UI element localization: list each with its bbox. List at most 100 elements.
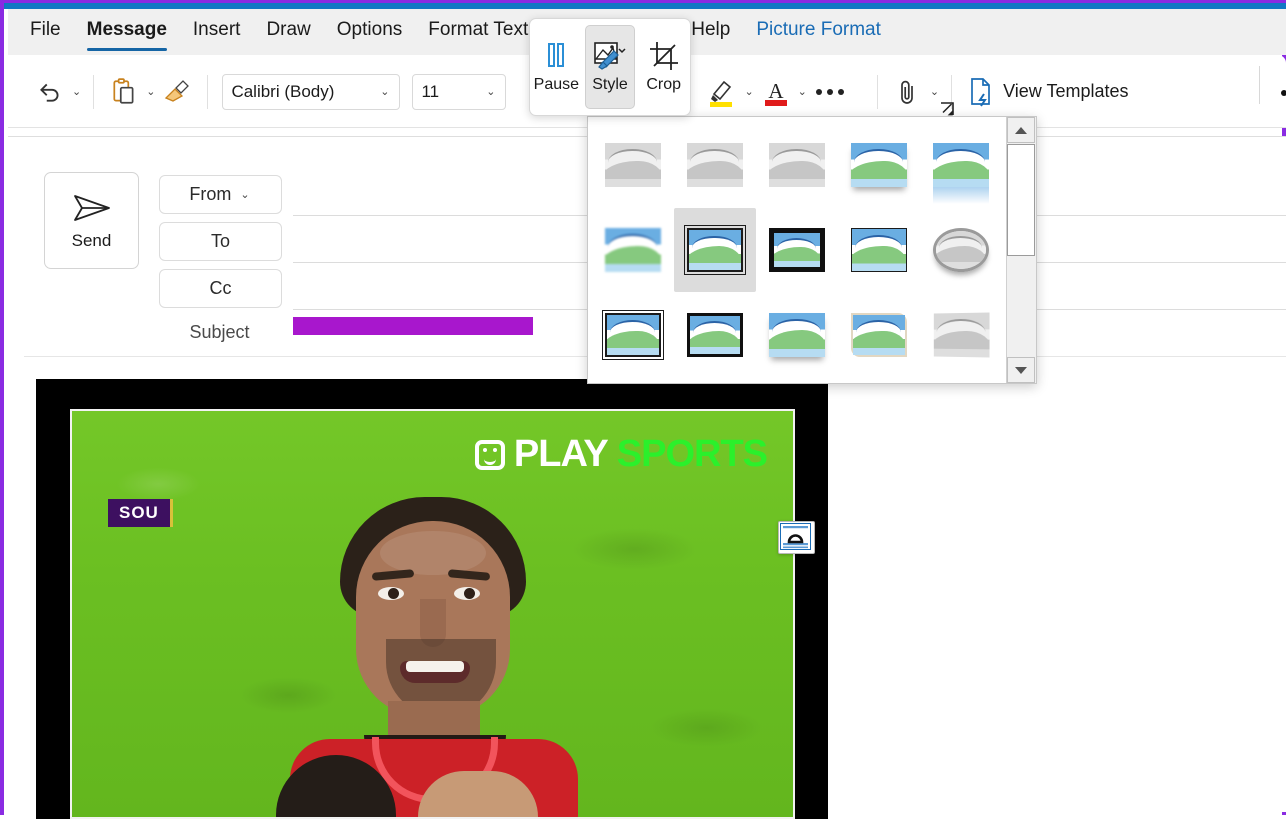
style-item-2[interactable] xyxy=(756,123,838,208)
inserted-picture[interactable]: SOU PLAY SPORTS xyxy=(36,379,828,819)
ribbon-overflow-dot xyxy=(1281,90,1286,96)
tab-draw-label: Draw xyxy=(266,19,311,40)
gallery-scroll-up-button[interactable] xyxy=(1007,117,1035,143)
style-item-3[interactable] xyxy=(838,123,920,208)
logo-play-text: PLAY xyxy=(513,433,609,475)
tab-insert[interactable]: Insert xyxy=(193,19,241,45)
app-window: File Message Insert Draw Options Format … xyxy=(0,0,1286,819)
from-caret-icon: ⌄ xyxy=(240,189,250,201)
logo-sports-text: SPORTS xyxy=(616,433,768,475)
from-address-redaction-bar xyxy=(293,317,533,335)
crop-button-label: Crop xyxy=(646,75,682,93)
svg-text:A: A xyxy=(768,79,784,103)
from-label: From xyxy=(189,184,232,204)
style-button[interactable]: Style xyxy=(584,25,636,109)
format-painter-button[interactable] xyxy=(161,70,193,114)
pause-icon xyxy=(548,42,565,67)
font-size-combo[interactable]: 11 ⌄ xyxy=(412,73,507,110)
style-thumb-9 xyxy=(933,227,989,272)
style-item-5[interactable] xyxy=(592,208,674,293)
tab-message[interactable]: Message xyxy=(86,19,167,51)
view-templates-button[interactable]: View Templates xyxy=(962,77,1134,107)
style-item-11[interactable] xyxy=(674,292,756,377)
tab-options[interactable]: Options xyxy=(337,19,402,45)
style-thumb-11 xyxy=(687,312,743,357)
ribbon-divider-3 xyxy=(876,74,878,109)
from-field-button[interactable]: From ⌄ xyxy=(159,175,282,214)
tab-file-label: File xyxy=(30,19,61,40)
template-document-icon xyxy=(971,77,990,107)
undo-icon xyxy=(40,83,59,102)
style-item-4[interactable] xyxy=(920,123,1002,208)
font-color-button[interactable]: A xyxy=(760,70,792,114)
to-label: To xyxy=(210,231,230,251)
paste-button[interactable] xyxy=(108,70,140,114)
crop-button[interactable]: Crop xyxy=(639,25,688,109)
font-name-combo[interactable]: Calibri (Body) ⌄ xyxy=(222,73,401,110)
tab-draw[interactable]: Draw xyxy=(266,19,310,45)
ribbon-divider xyxy=(93,74,95,109)
tab-help[interactable]: Help xyxy=(691,19,730,45)
player-pupil-left xyxy=(387,588,399,599)
style-thumb-2 xyxy=(769,143,825,188)
style-button-label: Style xyxy=(592,75,628,93)
style-item-1[interactable] xyxy=(674,123,756,208)
style-thumb-0 xyxy=(605,143,661,188)
paste-icon xyxy=(113,77,134,104)
score-badge: SOU xyxy=(108,499,173,527)
font-color-dropdown-caret[interactable]: ⌄ xyxy=(798,85,807,98)
style-item-8[interactable] xyxy=(838,208,920,293)
highlight-dropdown-caret[interactable]: ⌄ xyxy=(744,85,753,98)
layout-options-icon xyxy=(780,523,811,550)
tab-format-text-label: Format Text xyxy=(428,19,529,40)
layout-options-button[interactable] xyxy=(778,521,815,554)
tab-picture-format-label: Picture Format xyxy=(756,19,881,40)
highlighter-icon xyxy=(710,80,733,107)
font-size-value: 11 xyxy=(421,81,440,101)
style-thumb-8 xyxy=(851,227,907,272)
smiley-icon xyxy=(474,439,505,470)
more-font-options-button[interactable] xyxy=(813,70,847,114)
cc-field-button[interactable]: Cc xyxy=(159,269,282,308)
ellipsis-icon xyxy=(815,88,844,95)
style-thumb-7 xyxy=(769,227,825,272)
tab-help-label: Help xyxy=(691,19,731,40)
undo-dropdown-caret[interactable]: ⌄ xyxy=(72,85,81,98)
paintbrush-icon xyxy=(165,79,190,102)
undo-button[interactable] xyxy=(34,70,66,114)
style-item-9[interactable] xyxy=(920,208,1002,293)
style-item-13[interactable] xyxy=(838,292,920,377)
send-paper-plane-icon xyxy=(73,194,110,221)
subject-label: Subject xyxy=(189,322,250,342)
tab-file[interactable]: File xyxy=(30,19,61,45)
tab-format-text[interactable]: Format Text xyxy=(428,19,528,45)
send-button[interactable]: Send xyxy=(44,172,139,269)
player-figure xyxy=(268,487,598,817)
attach-file-button[interactable] xyxy=(892,70,924,114)
scroll-up-icon xyxy=(1015,126,1027,134)
style-item-0[interactable] xyxy=(592,123,674,208)
pause-button[interactable]: Pause xyxy=(532,25,581,109)
text-highlight-button[interactable] xyxy=(706,70,738,114)
style-item-6[interactable] xyxy=(674,207,756,293)
picture-mini-toolbar: Pause Style Crop xyxy=(529,18,691,116)
tab-options-label: Options xyxy=(336,19,403,40)
style-item-12[interactable] xyxy=(756,292,838,377)
to-field-button[interactable]: To xyxy=(159,222,282,261)
tab-insert-label: Insert xyxy=(192,19,241,40)
style-thumb-3 xyxy=(851,143,907,188)
style-thumb-14 xyxy=(933,312,990,358)
style-item-7[interactable] xyxy=(756,208,838,293)
attach-dropdown-caret[interactable]: ⌄ xyxy=(930,85,939,98)
style-item-10[interactable] xyxy=(592,292,674,377)
gallery-scrollbar[interactable] xyxy=(1006,117,1036,383)
gallery-scrollbar-thumb[interactable] xyxy=(1007,144,1035,256)
tab-picture-format[interactable]: Picture Format xyxy=(756,19,881,45)
player-teeth xyxy=(405,661,464,672)
font-name-caret: ⌄ xyxy=(380,86,390,98)
style-thumb-6 xyxy=(684,224,746,275)
active-tab-underline xyxy=(86,48,167,51)
style-item-14[interactable] xyxy=(920,292,1002,377)
gallery-scroll-down-button[interactable] xyxy=(1007,357,1035,383)
paste-dropdown-caret[interactable]: ⌄ xyxy=(146,85,155,98)
